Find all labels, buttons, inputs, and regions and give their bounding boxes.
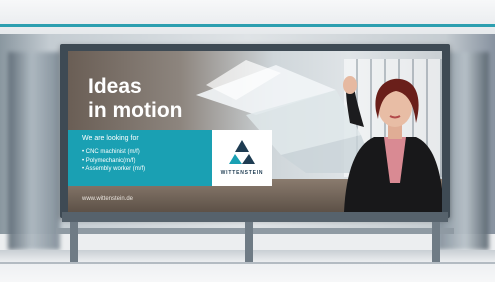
platform-edge <box>0 262 495 264</box>
billboard-base <box>62 212 448 222</box>
job-item: • Assembly worker (m/f) <box>82 166 146 172</box>
headline: Ideas in motion <box>88 75 182 123</box>
job-item: • CNC machinist (m/f) <box>82 149 140 155</box>
website-url: www.wittenstein.de <box>82 196 134 202</box>
billboard-ad: Ideas in motion We are looking for • CNC… <box>68 51 442 212</box>
rail-post-right <box>432 222 440 262</box>
logo-wordmark: WITTENSTEIN <box>220 170 264 176</box>
handrail <box>56 228 454 234</box>
headline-line-1: Ideas <box>88 75 142 98</box>
job-list: • CNC machinist (m/f) • Polymechanic(m/f… <box>82 148 145 174</box>
triangle-logo-icon <box>229 140 255 164</box>
rail-post-left <box>70 222 78 262</box>
subway-station-scene: Ideas in motion We are looking for • CNC… <box>0 0 495 282</box>
company-logo: WITTENSTEIN <box>212 130 272 186</box>
ceiling <box>0 0 495 34</box>
teal-stripe <box>0 24 495 27</box>
businesswoman <box>343 76 442 212</box>
headline-line-2: in motion <box>88 99 183 122</box>
rail-post-middle <box>245 222 253 262</box>
job-panel-heading: We are looking for <box>82 135 139 142</box>
job-panel: We are looking for • CNC machinist (m/f)… <box>68 130 212 186</box>
passing-train-left <box>8 52 60 250</box>
job-item: • Polymechanic(m/f) <box>82 157 136 164</box>
